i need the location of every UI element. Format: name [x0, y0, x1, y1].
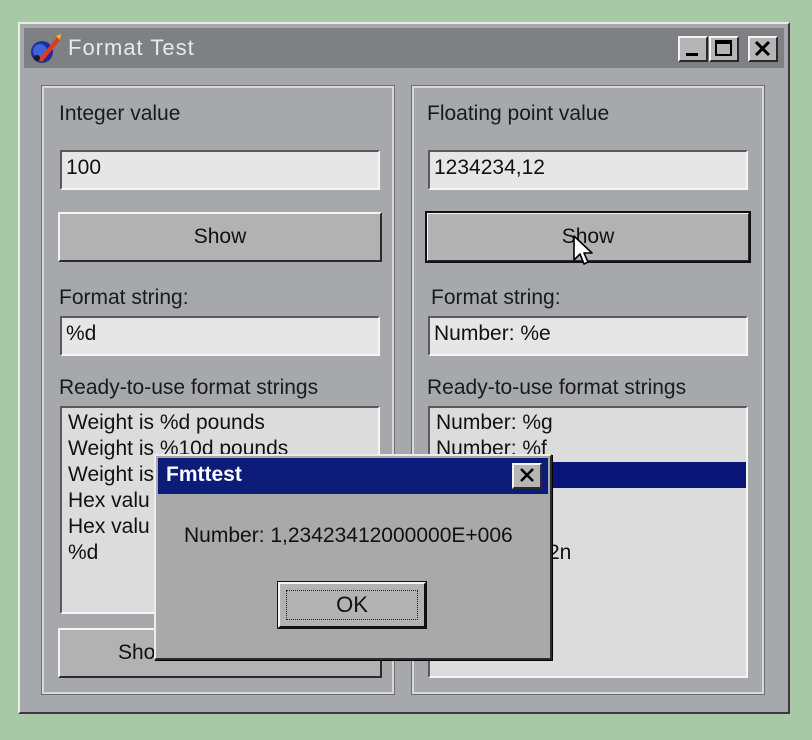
maximize-icon: [715, 40, 732, 56]
ok-button[interactable]: OK: [277, 581, 427, 629]
integer-value-label: Integer value: [59, 102, 181, 125]
app-icon: [31, 34, 61, 63]
mouse-cursor-icon: [573, 235, 593, 265]
integer-format-field[interactable]: %d: [60, 316, 380, 356]
close-icon: [754, 40, 771, 57]
window-title: Format Test: [68, 35, 195, 60]
float-format-field[interactable]: Number: %e: [428, 316, 748, 356]
minimize-button[interactable]: [678, 36, 708, 62]
integer-value-field[interactable]: 100: [60, 150, 380, 190]
close-icon: [520, 468, 534, 482]
close-button[interactable]: [748, 36, 778, 62]
title-bar[interactable]: Format Test: [24, 28, 784, 68]
float-format-label: Format string:: [431, 286, 561, 309]
dialog-close-button[interactable]: [512, 463, 542, 489]
focus-rect: [286, 590, 418, 620]
integer-list-label: Ready-to-use format strings: [59, 376, 319, 399]
dialog-message: Number: 1,23423412000000E+006: [184, 524, 513, 547]
float-list-label: Ready-to-use format strings: [427, 376, 687, 399]
list-item[interactable]: Number: %g: [430, 410, 746, 436]
dialog-title: Fmttest: [166, 463, 242, 486]
integer-format-label: Format string:: [59, 286, 189, 309]
float-value-field[interactable]: 1234234,12: [428, 150, 748, 190]
maximize-button[interactable]: [709, 36, 739, 62]
list-item[interactable]: Weight is %d pounds: [62, 410, 378, 436]
float-value-label: Floating point value: [427, 102, 610, 125]
message-dialog: Fmttest Number: 1,23423412000000E+006 OK: [154, 454, 552, 660]
minimize-icon: [686, 53, 698, 56]
integer-show-button[interactable]: Show: [58, 212, 382, 262]
dialog-title-bar[interactable]: Fmttest: [158, 458, 548, 494]
